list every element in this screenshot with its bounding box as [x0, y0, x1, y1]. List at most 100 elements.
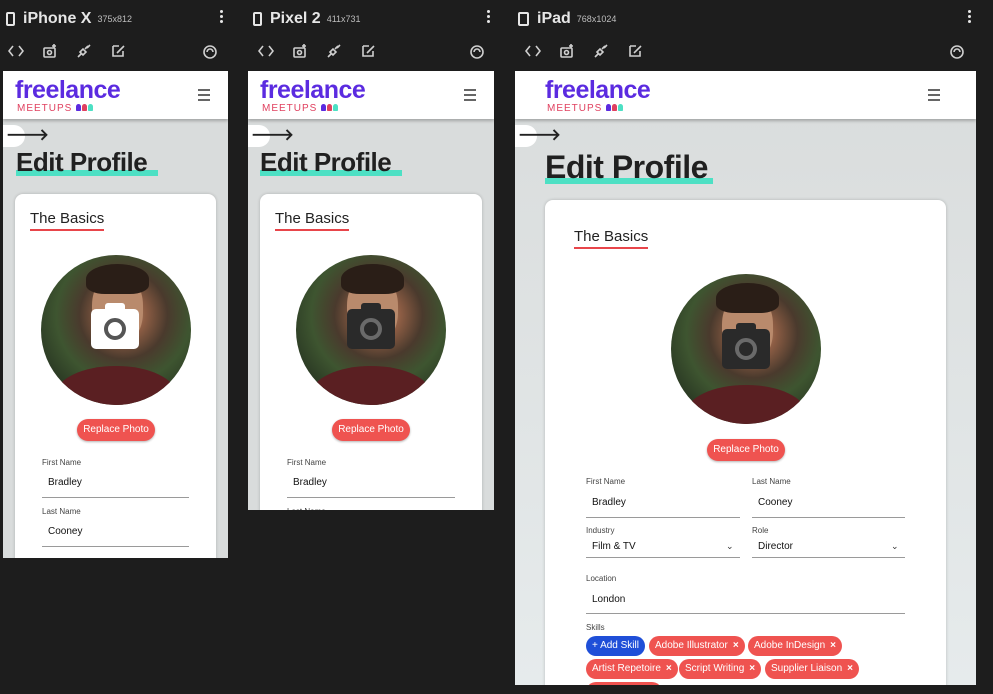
last-name-field[interactable]: Cooney — [48, 526, 82, 537]
camera-icon — [722, 323, 770, 369]
skill-chip[interactable]: Supplier Liaison × — [765, 659, 860, 679]
chevron-down-icon[interactable]: ⌄ — [726, 541, 734, 552]
first-name-label: First Name — [586, 477, 626, 486]
screenshot-icon[interactable] — [42, 43, 76, 63]
camera-icon — [91, 303, 139, 349]
device-bar: Pixel 2 411x731 — [253, 8, 361, 30]
avatar[interactable] — [41, 255, 191, 405]
close-icon[interactable]: × — [749, 663, 755, 674]
skill-chip[interactable] — [586, 682, 662, 685]
menu-icon[interactable] — [464, 89, 476, 104]
app-header: freelance MEETUPS — [515, 71, 976, 119]
people-icon — [321, 103, 339, 114]
role-select[interactable]: Director — [758, 541, 793, 552]
chevron-down-icon[interactable]: ⌄ — [891, 541, 899, 552]
edit-icon[interactable] — [627, 43, 661, 63]
close-icon[interactable]: × — [847, 663, 853, 674]
last-name-label: Last Name — [42, 507, 81, 516]
edit-icon[interactable] — [110, 43, 144, 63]
device-size: 411x731 — [326, 14, 361, 24]
screenshot-icon[interactable] — [559, 43, 593, 63]
page-title: Edit Profile — [260, 147, 402, 178]
replace-photo-button[interactable]: Replace Photo — [77, 419, 155, 441]
app-header: freelance MEETUPS — [3, 71, 228, 119]
profile-card: The Basics Replace Photo First Name Brad… — [260, 194, 482, 510]
device-toolbar — [257, 43, 394, 63]
menu-icon[interactable] — [198, 89, 210, 104]
app-header: freelance MEETUPS — [248, 71, 494, 119]
people-icon — [76, 103, 94, 114]
logo[interactable]: freelance MEETUPS — [545, 77, 651, 114]
rotate-icon[interactable] — [469, 44, 485, 60]
first-name-field[interactable]: Bradley — [48, 477, 82, 488]
role-label: Role — [752, 526, 769, 535]
arrow-right-icon[interactable]: 🡒 — [248, 125, 294, 147]
device-panel-ipad: iPad 768x1024 freelance MEETUPS 🡒 Edit P… — [512, 0, 993, 694]
device-panel-pixel-2: Pixel 2 411x731 freelance MEETUPS 🡒 Edit… — [247, 0, 507, 694]
network-icon[interactable] — [76, 43, 110, 63]
arrow-right-icon[interactable]: 🡒 — [3, 125, 49, 147]
profile-card: The Basics Replace Photo First Name Brad… — [15, 194, 216, 558]
last-name-field[interactable]: Cooney — [758, 497, 792, 508]
skill-chip[interactable]: Adobe InDesign × — [748, 636, 843, 656]
location-field[interactable]: London — [592, 594, 625, 605]
more-vert-icon[interactable] — [220, 10, 224, 25]
page-title: Edit Profile — [545, 149, 713, 186]
last-name-label: Last Name — [752, 477, 791, 486]
device-size: 375x812 — [97, 14, 132, 24]
avatar[interactable] — [671, 274, 821, 424]
network-icon[interactable] — [326, 43, 360, 63]
close-icon[interactable]: × — [830, 640, 836, 651]
last-name-label: Last Name — [287, 507, 326, 510]
device-screen: freelance MEETUPS 🡒 Edit Profile The Bas… — [3, 71, 228, 558]
section-title: The Basics — [574, 228, 649, 249]
device-screen: freelance MEETUPS 🡒 Edit Profile The Bas… — [515, 71, 976, 685]
device-size: 768x1024 — [576, 14, 617, 24]
device-bar: iPad 768x1024 — [518, 8, 616, 30]
rotate-icon[interactable] — [949, 44, 965, 60]
skill-chip[interactable]: Artist Repetoire × — [586, 659, 678, 679]
first-name-field[interactable]: Bradley — [592, 497, 626, 508]
more-vert-icon[interactable] — [968, 10, 972, 25]
device-toolbar — [524, 43, 661, 63]
rotate-icon[interactable] — [202, 44, 218, 60]
avatar[interactable] — [296, 255, 446, 405]
logo[interactable]: freelance MEETUPS — [260, 77, 366, 114]
skill-chip[interactable]: Adobe Illustrator × — [649, 636, 745, 656]
device-name: iPhone X — [23, 10, 92, 27]
device-screen: freelance MEETUPS 🡒 Edit Profile The Bas… — [248, 71, 494, 510]
section-title: The Basics — [275, 210, 350, 231]
network-icon[interactable] — [593, 43, 627, 63]
code-icon[interactable] — [524, 43, 559, 63]
page-title: Edit Profile — [16, 147, 158, 178]
device-bar: iPhone X 375x812 — [6, 8, 132, 30]
first-name-label: First Name — [42, 458, 82, 467]
more-vert-icon[interactable] — [487, 10, 491, 25]
menu-icon[interactable] — [928, 89, 940, 104]
phone-icon — [253, 12, 262, 26]
profile-card: The Basics Replace Photo First Name Brad… — [545, 200, 946, 685]
camera-icon — [347, 303, 395, 349]
close-icon[interactable]: × — [733, 640, 739, 651]
replace-photo-button[interactable]: Replace Photo — [332, 419, 410, 441]
logo[interactable]: freelance MEETUPS — [15, 77, 121, 114]
code-icon[interactable] — [257, 43, 292, 63]
device-name: iPad — [537, 10, 571, 27]
add-skill-button[interactable]: + Add Skill — [586, 636, 645, 656]
tablet-icon — [518, 12, 529, 26]
first-name-field[interactable]: Bradley — [293, 477, 327, 488]
device-panel-iphone-x: iPhone X 375x812 freelance MEETUPS 🡒 Edi… — [0, 0, 240, 694]
people-icon — [606, 103, 624, 114]
section-title: The Basics — [30, 210, 105, 231]
close-icon[interactable]: × — [666, 663, 672, 674]
screenshot-icon[interactable] — [292, 43, 326, 63]
replace-photo-button[interactable]: Replace Photo — [707, 439, 785, 461]
code-icon[interactable] — [7, 43, 42, 63]
device-name: Pixel 2 — [270, 10, 321, 27]
edit-icon[interactable] — [360, 43, 394, 63]
arrow-right-icon[interactable]: 🡒 — [515, 125, 561, 147]
industry-select[interactable]: Film & TV — [592, 541, 636, 552]
location-label: Location — [586, 574, 617, 583]
device-toolbar — [7, 43, 144, 63]
skill-chip[interactable]: Script Writing × — [679, 659, 762, 679]
